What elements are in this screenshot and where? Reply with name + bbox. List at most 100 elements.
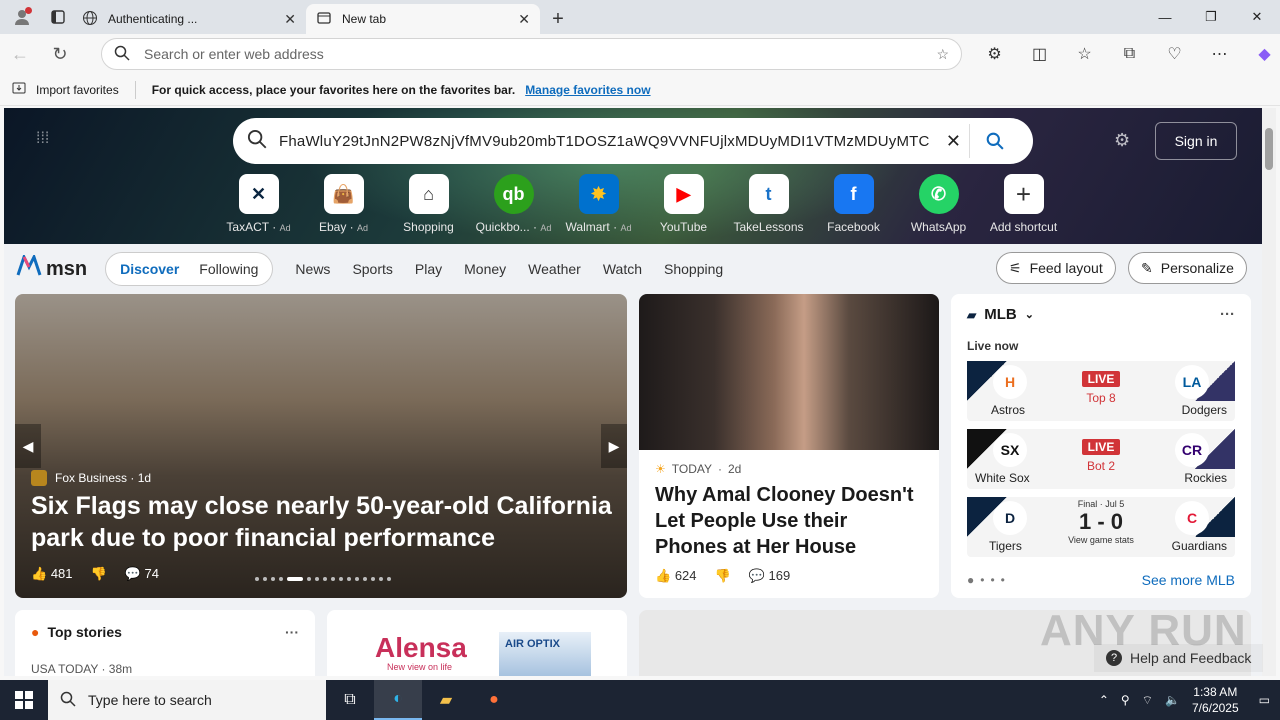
edge-icon[interactable]: ◐	[374, 680, 422, 720]
shortcut-facebook[interactable]: f Facebook	[811, 174, 896, 234]
main-story-card[interactable]: ◀ ▶ Fox Business · 1d Six Flags may clos…	[15, 294, 627, 598]
notifications-icon[interactable]: ▭	[1259, 693, 1270, 707]
close-icon[interactable]: ✕	[518, 11, 530, 28]
mlb-card: ▰ MLB ⌄ ··· Live now H LA Astros LIVE To…	[951, 294, 1251, 598]
personalize-label: Personalize	[1160, 260, 1234, 276]
back-icon[interactable]: ←	[0, 36, 40, 72]
story-source: USA TODAY · 38m	[31, 662, 133, 676]
nav-shopping[interactable]: Shopping	[664, 261, 723, 277]
import-favorites-button[interactable]: Import favorites	[36, 83, 119, 97]
side-headline[interactable]: Why Amal Clooney Doesn't Let People Use …	[639, 476, 939, 566]
star-icon[interactable]: ☆	[936, 46, 949, 63]
wifi-icon[interactable]: ⌔	[1142, 693, 1153, 708]
shortcut-taxact[interactable]: ✕ TaxACT · Ad	[216, 174, 301, 234]
close-icon[interactable]: ✕	[284, 11, 296, 28]
copilot-icon[interactable]: ◆	[1242, 44, 1280, 64]
volume-icon[interactable]: 🔈	[1165, 693, 1180, 707]
shortcut-quickbooks[interactable]: qb Quickbo... · Ad	[471, 174, 556, 234]
shortcut-walmart[interactable]: ✸ Walmart · Ad	[556, 174, 641, 234]
sign-in-button[interactable]: Sign in	[1155, 122, 1237, 160]
new-tab-button[interactable]: +	[540, 4, 576, 34]
shortcut-youtube[interactable]: ▶ YouTube	[641, 174, 726, 234]
profile-avatar[interactable]	[8, 3, 36, 31]
dislike-icon[interactable]: 👎	[91, 566, 107, 582]
address-placeholder: Search or enter web address	[144, 46, 324, 62]
nav-watch[interactable]: Watch	[603, 261, 642, 277]
carousel-prev-icon[interactable]: ◀	[15, 424, 41, 468]
extensions-icon[interactable]: ⚙	[972, 44, 1017, 64]
tab-authenticating[interactable]: Authenticating ... ✕	[72, 4, 306, 34]
address-bar[interactable]: Search or enter web address ☆	[101, 38, 962, 70]
like-button[interactable]: 👍 624	[655, 568, 697, 584]
nav-money[interactable]: Money	[464, 261, 506, 277]
shortcut-takelessons[interactable]: t TakeLessons	[726, 174, 811, 234]
carousel-next-icon[interactable]: ▶	[601, 424, 627, 468]
like-button[interactable]: 👍 481	[31, 566, 73, 582]
nav-sports[interactable]: Sports	[352, 261, 392, 277]
file-explorer-icon[interactable]: ▰	[422, 680, 470, 720]
more-options-icon[interactable]: ···	[285, 624, 299, 640]
firefox-icon[interactable]: ●	[470, 680, 518, 720]
refresh-icon[interactable]: ↻	[40, 36, 80, 72]
manage-favorites-link[interactable]: Manage favorites now	[525, 83, 650, 97]
collections-icon[interactable]: ⧉	[1107, 45, 1152, 63]
tab-actions-icon[interactable]	[44, 9, 72, 25]
ad-card[interactable]: Alensa New view on life AIR OPTIX	[327, 610, 627, 676]
search-query[interactable]: FhaWluY29tJnN2PW8zNjVfMV9ub20mbT1DOSZ1aW…	[279, 133, 934, 150]
shortcut-shopping[interactable]: ⌂ Shopping	[386, 174, 471, 234]
settings-gear-icon[interactable]: ⚙	[1114, 130, 1136, 152]
scrollbar-thumb[interactable]	[1265, 128, 1273, 170]
help-feedback-button[interactable]: ? Help and Feedback	[1094, 644, 1264, 672]
sliders-icon: ⚟	[1009, 259, 1022, 276]
split-screen-icon[interactable]: ◫	[1017, 44, 1062, 64]
favorites-icon[interactable]: ☆	[1062, 44, 1107, 64]
more-options-icon[interactable]: ···	[1220, 306, 1235, 323]
white-sox-logo: SX	[993, 433, 1027, 467]
add-shortcut-button[interactable]: + Add shortcut	[981, 174, 1066, 234]
network-icon[interactable]: ⚲	[1121, 693, 1130, 707]
browser-essentials-icon[interactable]: ♡	[1152, 44, 1197, 64]
close-window-icon[interactable]: ✕	[1234, 0, 1280, 34]
fox-business-logo	[31, 470, 47, 486]
shortcut-ebay[interactable]: 👜 Ebay · Ad	[301, 174, 386, 234]
page-scrollbar[interactable]	[1262, 108, 1276, 676]
comments-button[interactable]: 💬 74	[125, 566, 159, 582]
shortcut-whatsapp[interactable]: ✆ WhatsApp	[896, 174, 981, 234]
nav-news[interactable]: News	[295, 261, 330, 277]
apps-grid-icon[interactable]: ⁞⁞⁞	[36, 130, 49, 148]
dislike-icon[interactable]: 👎	[715, 568, 731, 584]
live-badge: LIVE	[1081, 439, 1121, 455]
chevron-up-icon[interactable]: ⌃	[1099, 693, 1109, 707]
clear-icon[interactable]: ✕	[946, 131, 961, 152]
feed-layout-button[interactable]: ⚟ Feed layout	[996, 252, 1116, 284]
msn-search-box[interactable]: FhaWluY29tJnN2PW8zNjVfMV9ub20mbT1DOSZ1aW…	[233, 118, 1033, 164]
view-game-stats-link[interactable]: View game stats	[1067, 535, 1135, 545]
side-story-card[interactable]: ☀ TODAY · 2d Why Amal Clooney Doesn't Le…	[639, 294, 939, 598]
tab-new-tab[interactable]: New tab ✕	[306, 4, 540, 34]
tab-following[interactable]: Following	[189, 261, 268, 277]
windows-start-icon[interactable]	[0, 680, 48, 720]
see-more-mlb-link[interactable]: See more MLB	[1142, 572, 1235, 588]
main-headline[interactable]: Six Flags may close nearly 50-year-old C…	[31, 490, 621, 554]
search-submit-icon[interactable]	[969, 124, 1019, 158]
game-astros-dodgers[interactable]: H LA Astros LIVE Top 8 Dodgers	[967, 361, 1235, 421]
restore-icon[interactable]: ❐	[1188, 0, 1234, 34]
msn-logo[interactable]: msn	[16, 253, 87, 283]
mlb-header[interactable]: ▰ MLB ⌄ ···	[967, 306, 1235, 323]
minimize-icon[interactable]: —	[1142, 0, 1188, 34]
nav-play[interactable]: Play	[415, 261, 442, 277]
clock[interactable]: 1:38 AM 7/6/2025	[1192, 684, 1239, 716]
more-icon[interactable]: ⋯	[1197, 44, 1242, 64]
pager-dots[interactable]: ●•••	[967, 573, 1011, 587]
nav-weather[interactable]: Weather	[528, 261, 581, 277]
comments-button[interactable]: 💬 169	[749, 568, 791, 584]
taskbar-search[interactable]: Type here to search	[48, 680, 326, 720]
personalize-button[interactable]: ✎ Personalize	[1128, 252, 1247, 284]
game-whitesox-rockies[interactable]: SX CR White Sox LIVE Bot 2 Rockies	[967, 429, 1235, 489]
game-tigers-guardians[interactable]: D C Tigers Final · Jul 5 1 - 0 View game…	[967, 497, 1235, 557]
tab-discover[interactable]: Discover	[110, 261, 189, 277]
inning-status: Bot 2	[1086, 459, 1116, 473]
today-logo-icon: ☀	[655, 462, 666, 476]
msn-page: ⁞⁞⁞ FhaWluY29tJnN2PW8zNjVfMV9ub20mbT1DOS…	[4, 108, 1262, 676]
task-view-icon[interactable]: ⧉	[326, 680, 374, 720]
